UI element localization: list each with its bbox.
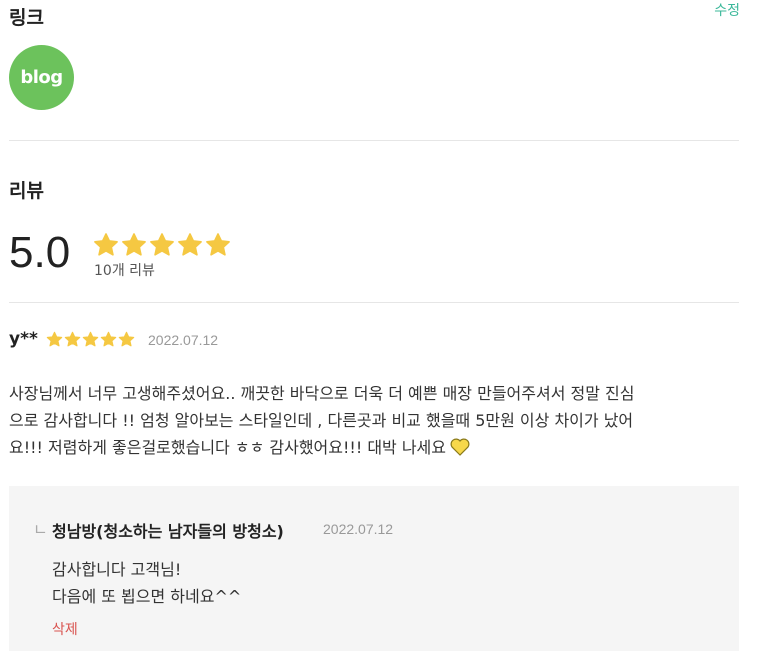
reply-author: 청남방(청소하는 남자들의 방청소): [52, 522, 284, 541]
star-icon: [150, 233, 174, 256]
review-text: 사장님께서 너무 고생해주셨어요.. 깨끗한 바닥으로 더욱 더 예쁜 매장 만…: [9, 380, 739, 464]
star-icon: [100, 331, 117, 347]
owner-reply: ㄴ 청남방(청소하는 남자들의 방청소) 2022.07.12 감사합니다 고객…: [9, 486, 739, 651]
star-icon: [122, 233, 146, 256]
review-date: 2022.07.12: [148, 332, 219, 348]
average-rating-stars: [93, 232, 231, 258]
star-icon: [118, 331, 135, 347]
star-icon: [64, 331, 81, 347]
links-section-title: 링크: [9, 7, 44, 29]
blog-icon-label: blog: [20, 67, 63, 88]
star-icon: [82, 331, 99, 347]
star-icon: [94, 233, 118, 256]
divider: [9, 140, 739, 141]
star-icon: [46, 331, 63, 347]
review-count: 10개 리뷰: [94, 263, 155, 279]
star-icon: [206, 233, 230, 256]
reviewer-name: y**: [9, 329, 38, 349]
reply-text: 감사합니다 고객님! 다음에 또 뵙으면 하네요^^: [52, 560, 242, 606]
review-rating-stars: [46, 331, 135, 348]
delete-reply-button[interactable]: 삭제: [52, 619, 78, 639]
average-rating: 5.0: [9, 228, 71, 277]
reply-date: 2022.07.12: [323, 521, 394, 537]
reviews-section-title: 리뷰: [9, 180, 44, 202]
review-line: 사장님께서 너무 고생해주셨어요.. 깨끗한 바닥으로 더욱 더 예쁜 매장 만…: [9, 384, 635, 403]
reply-indent-icon: ㄴ: [33, 520, 48, 539]
review-line-last: 요!!! 저렴하게 좋은걸로했습니다 ㅎㅎ 감사했어요!!! 대박 나세요: [9, 434, 739, 464]
yellow-heart-icon: [450, 437, 470, 464]
review-line: 으로 감사합니다 !! 엄청 알아보는 스타일인데 , 다른곳과 비교 했을때 …: [9, 411, 634, 430]
divider: [9, 302, 739, 303]
review-line: 요!!! 저렴하게 좋은걸로했습니다 ㅎㅎ 감사했어요!!! 대박 나세요: [9, 438, 447, 457]
edit-link[interactable]: 수정: [714, 0, 740, 20]
blog-link-icon[interactable]: blog: [9, 45, 74, 110]
star-icon: [178, 233, 202, 256]
